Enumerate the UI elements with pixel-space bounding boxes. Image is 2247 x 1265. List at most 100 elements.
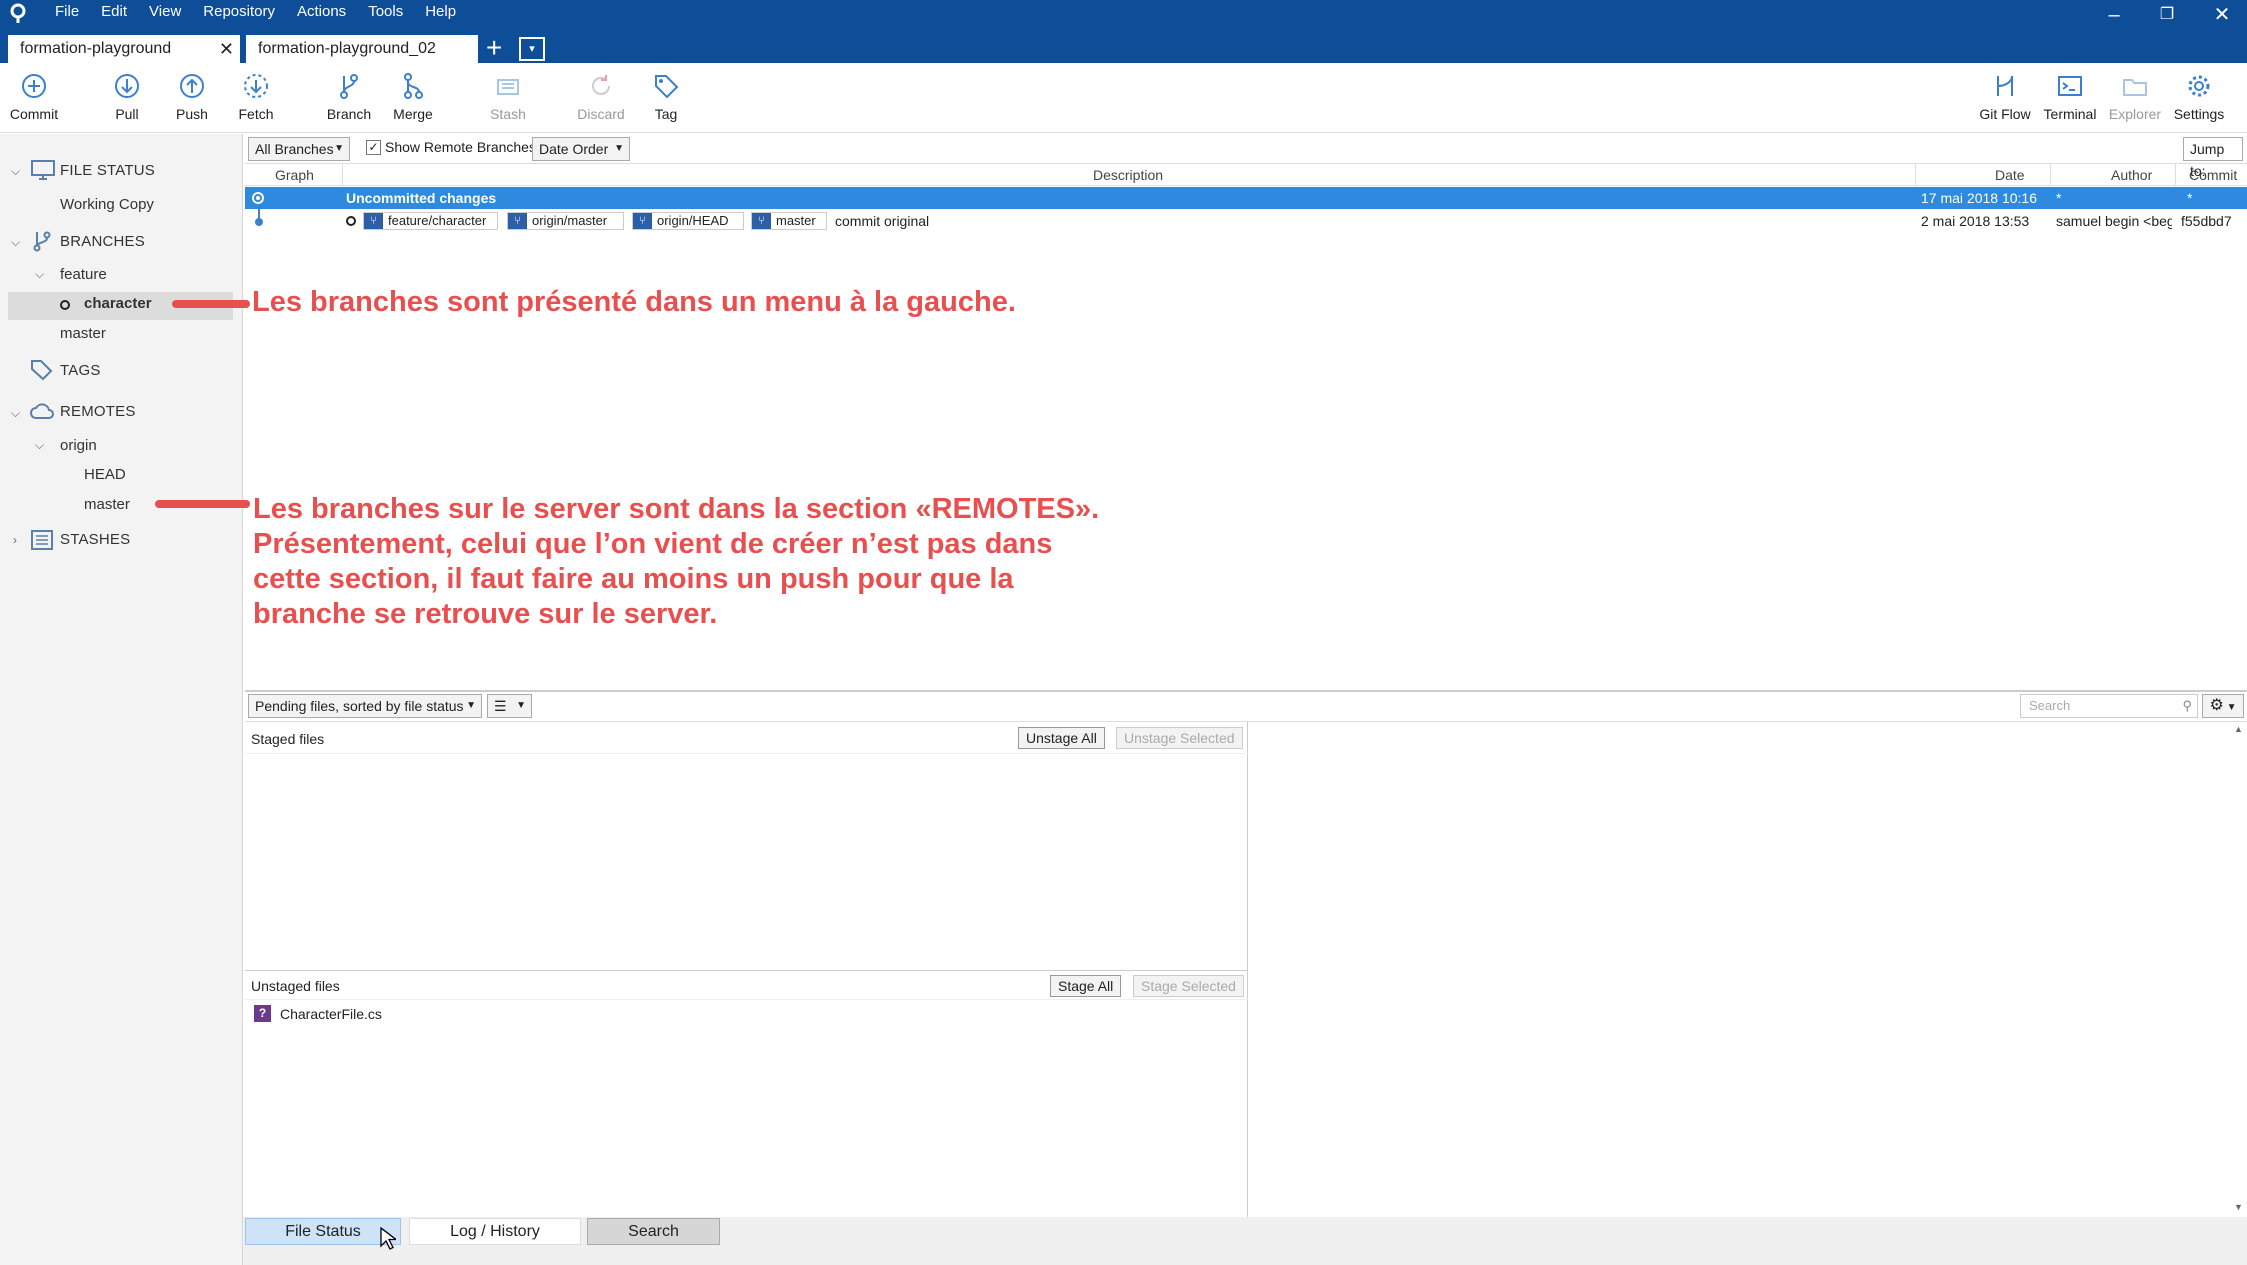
col-description[interactable]: Description [1093, 167, 1163, 183]
menu-file[interactable]: File [44, 0, 90, 24]
sidebar-tags[interactable]: TAGS [60, 362, 101, 379]
branch-badge-master[interactable]: ⑂ master [751, 212, 827, 230]
tab-label: formation-playground_02 [258, 40, 436, 57]
sidebar-branch-character[interactable]: character [84, 295, 152, 312]
stage-all-button[interactable]: Stage All [1050, 975, 1122, 997]
sidebar-working-copy[interactable]: Working Copy [60, 196, 154, 213]
sourcetree-window: { "menu": ["File","Edit","View","Reposit… [0, 0, 2247, 1265]
menu-edit[interactable]: Edit [90, 0, 138, 24]
chevron-down-icon[interactable]: ⌵ [35, 267, 44, 282]
commit-row-uncommitted[interactable]: Uncommitted changes 17 mai 2018 10:16 * … [245, 187, 2247, 209]
unstage-selected-button[interactable]: Unstage Selected [1116, 727, 1243, 749]
tab-formation-playground-02[interactable]: formation-playground_02 [246, 35, 478, 63]
commit-author: samuel begin <beg [2056, 213, 2172, 229]
chevron-down-icon[interactable]: ⌵ [11, 235, 20, 250]
branch-badge-origin-head[interactable]: ⑂ origin/HEAD [632, 212, 744, 230]
tag-button[interactable]: Tag [626, 72, 706, 122]
sidebar-stashes[interactable]: STASHES [60, 531, 130, 548]
diff-scrollbar[interactable]: ▲ ▼ [2230, 724, 2247, 1217]
current-branch-icon [346, 216, 356, 226]
scroll-up-icon[interactable]: ▲ [2234, 724, 2243, 734]
cloud-icon [30, 403, 54, 419]
tab-menu-chevron-down-icon[interactable]: ▾ [519, 37, 545, 61]
view-mode-dropdown[interactable]: ☰ ▼ [487, 694, 532, 718]
fetch-button[interactable]: Fetch [216, 72, 296, 122]
new-tab-plus-icon[interactable]: + [486, 33, 502, 63]
show-remote-label: Show Remote Branches [385, 139, 536, 155]
order-dropdown[interactable]: Date Order ▼ [532, 137, 630, 161]
col-graph[interactable]: Graph [275, 167, 314, 183]
menu-actions[interactable]: Actions [286, 0, 357, 24]
merge-icon [404, 73, 423, 99]
branch-badge-feature-character[interactable]: ⑂ feature/character [363, 212, 498, 230]
close-window-button[interactable]: ✕ [2202, 0, 2242, 30]
search-placeholder: Search [2029, 698, 2071, 713]
unstage-all-button[interactable]: Unstage All [1018, 727, 1105, 749]
branch-icon: ⑂ [508, 213, 527, 229]
sourcetree-logo-icon [10, 3, 26, 23]
tab-formation-playground[interactable]: formation-playground ✕ [8, 35, 240, 63]
tag-icon [31, 360, 53, 381]
uncommitted-node-icon [252, 192, 264, 204]
chevron-down-icon[interactable]: ⌵ [11, 406, 20, 421]
list-item[interactable]: ? CharacterFile.cs [248, 1003, 748, 1027]
menu-bar: File Edit View Repository Actions Tools … [44, 0, 467, 24]
branch-badge-origin-master[interactable]: ⑂ origin/master [507, 212, 624, 230]
tab-file-status[interactable]: File Status [245, 1218, 401, 1245]
branch-filter-value: All Branches [255, 141, 334, 157]
col-author[interactable]: Author [2111, 167, 2152, 183]
menu-help[interactable]: Help [414, 0, 467, 24]
commit-button[interactable]: Commit [0, 72, 74, 122]
col-date[interactable]: Date [1995, 167, 2025, 183]
list-view-icon: ☰ [494, 698, 507, 714]
terminal-label: Terminal [2043, 106, 2097, 122]
menu-view[interactable]: View [138, 0, 192, 24]
commit-row-original[interactable]: ⑂ feature/character ⑂ origin/master ⑂ origi… [245, 206, 2247, 232]
branch-icon: ⑂ [633, 213, 652, 229]
commit-description: commit original [835, 213, 930, 229]
commit-date: 2 mai 2018 13:53 [1921, 213, 2030, 229]
stash-button[interactable]: Stash [468, 72, 548, 122]
scroll-down-icon[interactable]: ▼ [2234, 1202, 2243, 1212]
sidebar-branch-feature[interactable]: feature [60, 266, 107, 283]
jump-to-button[interactable]: Jump to: [2183, 137, 2243, 179]
tab-close-icon[interactable]: ✕ [219, 35, 234, 63]
chevron-down-icon[interactable]: ⌵ [35, 438, 44, 453]
unstaged-files-title: Unstaged files [251, 978, 340, 994]
branch-filter-dropdown[interactable]: All Branches ▼ [248, 137, 350, 161]
sidebar-branches[interactable]: BRANCHES [60, 233, 145, 250]
chevron-right-icon[interactable]: › [13, 533, 17, 547]
push-label: Push [176, 106, 208, 122]
menu-tools[interactable]: Tools [357, 0, 414, 24]
stage-selected-button[interactable]: Stage Selected [1133, 975, 1244, 997]
staged-files-title: Staged files [251, 731, 325, 747]
sidebar-branch-master[interactable]: master [60, 325, 106, 342]
col-commit[interactable]: Commit [2189, 167, 2237, 183]
search-input[interactable]: Search ⚲ [2020, 694, 2198, 718]
folder-icon [2123, 79, 2147, 96]
tab-search[interactable]: Search [587, 1218, 720, 1245]
sidebar-remotes[interactable]: REMOTES [60, 403, 136, 420]
show-remote-checkbox[interactable]: ✓ [366, 140, 381, 155]
restore-button[interactable]: ❐ [2147, 0, 2187, 30]
sidebar-remote-origin[interactable]: origin [60, 437, 97, 454]
chevron-down-icon: ▼ [334, 143, 344, 154]
commit-description: Uncommitted changes [346, 190, 497, 206]
settings-button[interactable]: Settings [2159, 72, 2239, 122]
sidebar-remote-head[interactable]: HEAD [84, 466, 126, 483]
annotation-branches-left: Les branches sont présenté dans un menu … [252, 286, 1016, 318]
sidebar-file-status[interactable]: FILE STATUS [60, 162, 155, 179]
current-branch-icon [60, 300, 70, 310]
gear-icon [2188, 75, 2210, 97]
menu-repository[interactable]: Repository [192, 0, 286, 24]
annotation-remotes: Les branches sur le server sont dans la … [253, 493, 1100, 630]
pull-icon [115, 74, 139, 98]
options-gear-button[interactable]: ⚙ ▼ [2202, 694, 2244, 718]
tab-log-history[interactable]: Log / History [409, 1218, 581, 1245]
pull-label: Pull [115, 106, 139, 122]
sidebar-remote-master[interactable]: master [84, 496, 130, 513]
merge-button[interactable]: Merge [373, 72, 453, 122]
chevron-down-icon[interactable]: ⌵ [11, 164, 20, 179]
pending-sort-dropdown[interactable]: Pending files, sorted by file status ▼ [248, 694, 482, 718]
minimize-button[interactable]: – [2094, 0, 2134, 30]
